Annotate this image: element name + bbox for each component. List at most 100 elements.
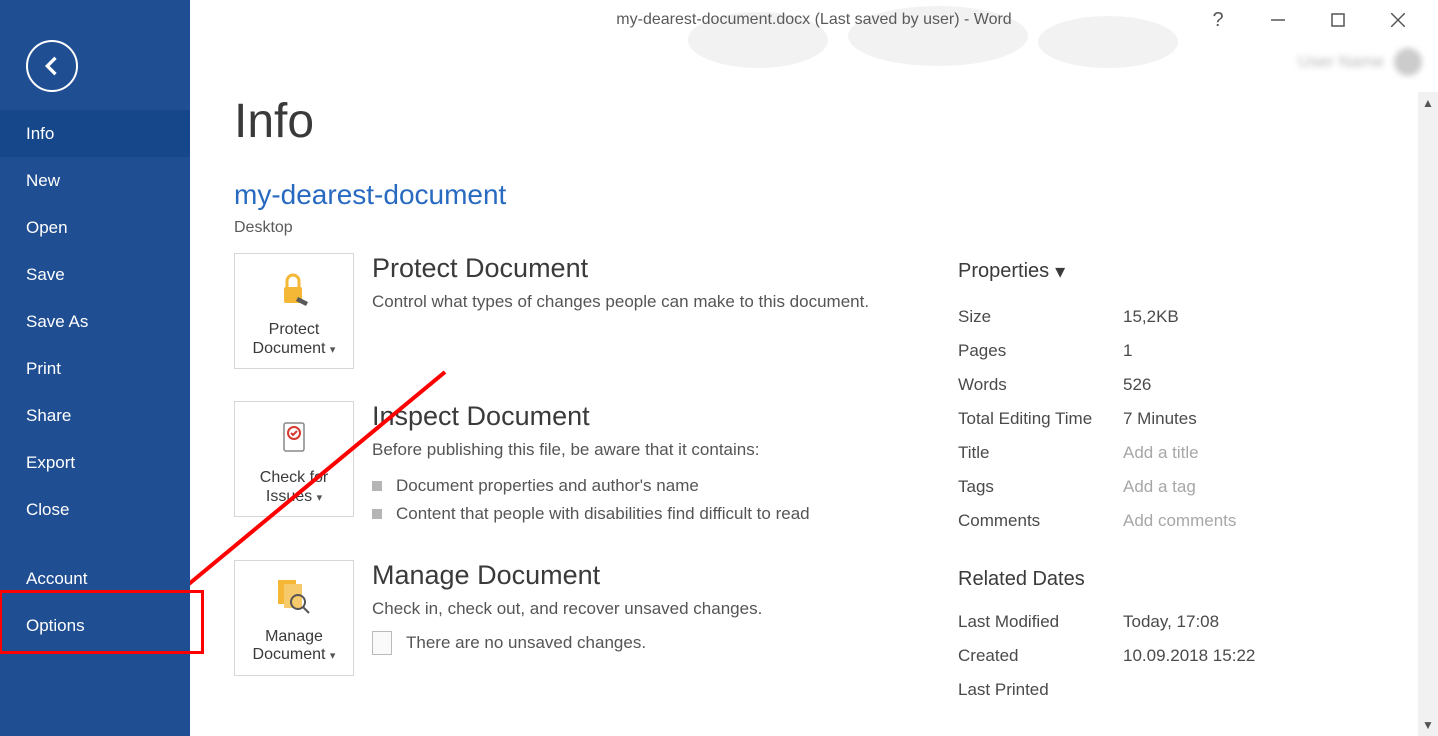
properties-table: Size15,2KBPages1Words526Total Editing Ti…: [958, 300, 1394, 538]
section-heading: Manage Document: [372, 560, 762, 591]
sidebar-item-label: Save: [26, 265, 65, 285]
scroll-up-icon[interactable]: ▲: [1422, 92, 1434, 114]
app-root: Info New Open Save Save As Print Share E…: [0, 0, 1438, 736]
maximize-button[interactable]: [1320, 6, 1356, 34]
property-key: Pages: [958, 341, 1123, 361]
document-location: Desktop: [234, 219, 1394, 237]
property-row: Total Editing Time7 Minutes: [958, 402, 1394, 436]
properties-heading[interactable]: Properties ▾: [958, 259, 1394, 284]
minimize-icon: [1271, 13, 1285, 27]
sidebar-item-save-as[interactable]: Save As: [0, 298, 190, 345]
sidebar-item-print[interactable]: Print: [0, 345, 190, 392]
sidebar-item-export[interactable]: Export: [0, 439, 190, 486]
sidebar-item-label: Save As: [26, 312, 88, 332]
bullet-text: Document properties and author's name: [396, 476, 699, 496]
property-row: Size15,2KB: [958, 300, 1394, 334]
window-title: my-dearest-document.docx (Last saved by …: [616, 11, 1011, 29]
manage-icon: [272, 574, 316, 618]
property-row: Words526: [958, 368, 1394, 402]
date-row: Last ModifiedToday, 17:08: [958, 605, 1394, 639]
property-key: Comments: [958, 511, 1123, 531]
sidebar-item-share[interactable]: Share: [0, 392, 190, 439]
sidebar-item-label: Info: [26, 124, 54, 144]
document-name: my-dearest-document: [234, 179, 1394, 211]
user-name: User Name: [1298, 52, 1384, 72]
section-desc: Before publishing this file, be aware th…: [372, 438, 810, 462]
close-button[interactable]: [1380, 6, 1416, 34]
sidebar-item-close[interactable]: Close: [0, 486, 190, 533]
arrow-left-icon: [38, 52, 66, 80]
sidebar-item-info[interactable]: Info: [0, 110, 190, 157]
property-value: 15,2KB: [1123, 307, 1179, 327]
section-desc: Control what types of changes people can…: [372, 290, 869, 314]
bullet-icon: [372, 509, 382, 519]
protect-document-section: Protect Document ▾ Protect Document Cont…: [234, 253, 934, 369]
chevron-down-icon: ▾: [1055, 259, 1065, 284]
vertical-scrollbar[interactable]: ▲ ▼: [1418, 92, 1438, 736]
properties-heading-text: Properties: [958, 260, 1049, 283]
date-row: Last Printed: [958, 673, 1394, 707]
avatar: [1394, 48, 1422, 76]
section-heading: Inspect Document: [372, 401, 810, 432]
sidebar-item-label: Share: [26, 406, 71, 426]
sidebar-item-label: Print: [26, 359, 61, 379]
date-key: Last Modified: [958, 612, 1123, 632]
property-row: Pages1: [958, 334, 1394, 368]
property-value[interactable]: Add a tag: [1123, 477, 1196, 497]
date-key: Created: [958, 646, 1123, 666]
inspect-document-section: Check for Issues ▾ Inspect Document Befo…: [234, 401, 934, 528]
sidebar-item-label: Export: [26, 453, 75, 473]
title-bar: my-dearest-document.docx (Last saved by …: [190, 0, 1438, 40]
property-value: 1: [1123, 341, 1132, 361]
property-value[interactable]: Add comments: [1123, 511, 1236, 531]
no-changes-text: There are no unsaved changes.: [406, 633, 646, 653]
no-changes-row: There are no unsaved changes.: [372, 631, 762, 655]
check-for-issues-button[interactable]: Check for Issues ▾: [234, 401, 354, 517]
date-value: 10.09.2018 15:22: [1123, 646, 1255, 666]
back-button[interactable]: [26, 40, 78, 92]
sidebar-item-save[interactable]: Save: [0, 251, 190, 298]
sidebar-item-label: Close: [26, 500, 69, 520]
related-dates-table: Last ModifiedToday, 17:08Created10.09.20…: [958, 605, 1394, 707]
property-key: Size: [958, 307, 1123, 327]
content-area: my-dearest-document.docx (Last saved by …: [190, 0, 1438, 736]
property-value: 7 Minutes: [1123, 409, 1197, 429]
property-value: 526: [1123, 375, 1151, 395]
close-icon: [1391, 13, 1405, 27]
date-row: Created10.09.2018 15:22: [958, 639, 1394, 673]
chevron-down-icon: ▾: [330, 650, 336, 662]
backstage-sidebar: Info New Open Save Save As Print Share E…: [0, 0, 190, 736]
tile-label: Manage Document: [253, 628, 326, 663]
sidebar-item-account[interactable]: Account: [0, 555, 190, 602]
sidebar-item-label: Account: [26, 569, 87, 589]
page-icon: [372, 631, 392, 655]
inspect-bullet: Content that people with disabilities fi…: [372, 500, 810, 528]
sidebar-item-label: Options: [26, 616, 85, 636]
section-heading: Protect Document: [372, 253, 869, 284]
protect-document-button[interactable]: Protect Document ▾: [234, 253, 354, 369]
sidebar-item-open[interactable]: Open: [0, 204, 190, 251]
maximize-icon: [1331, 13, 1345, 27]
property-row: TagsAdd a tag: [958, 470, 1394, 504]
tile-label: Protect Document: [253, 321, 326, 356]
sidebar-item-options[interactable]: Options: [0, 602, 190, 649]
date-key: Last Printed: [958, 680, 1123, 700]
chevron-down-icon: ▾: [330, 344, 336, 356]
related-dates-heading: Related Dates: [958, 568, 1394, 591]
chevron-down-icon: ▾: [317, 492, 323, 504]
sidebar-item-label: New: [26, 171, 60, 191]
user-account-area[interactable]: User Name: [1298, 48, 1422, 76]
property-value[interactable]: Add a title: [1123, 443, 1199, 463]
manage-document-button[interactable]: Manage Document ▾: [234, 560, 354, 676]
scroll-down-icon[interactable]: ▼: [1422, 714, 1434, 736]
date-value: Today, 17:08: [1123, 612, 1219, 632]
manage-document-section: Manage Document ▾ Manage Document Check …: [234, 560, 934, 676]
bullet-text: Content that people with disabilities fi…: [396, 504, 810, 524]
property-key: Title: [958, 443, 1123, 463]
property-row: TitleAdd a title: [958, 436, 1394, 470]
lock-icon: [272, 267, 316, 311]
sidebar-item-new[interactable]: New: [0, 157, 190, 204]
minimize-button[interactable]: [1260, 6, 1296, 34]
help-button[interactable]: ?: [1200, 6, 1236, 34]
property-key: Words: [958, 375, 1123, 395]
